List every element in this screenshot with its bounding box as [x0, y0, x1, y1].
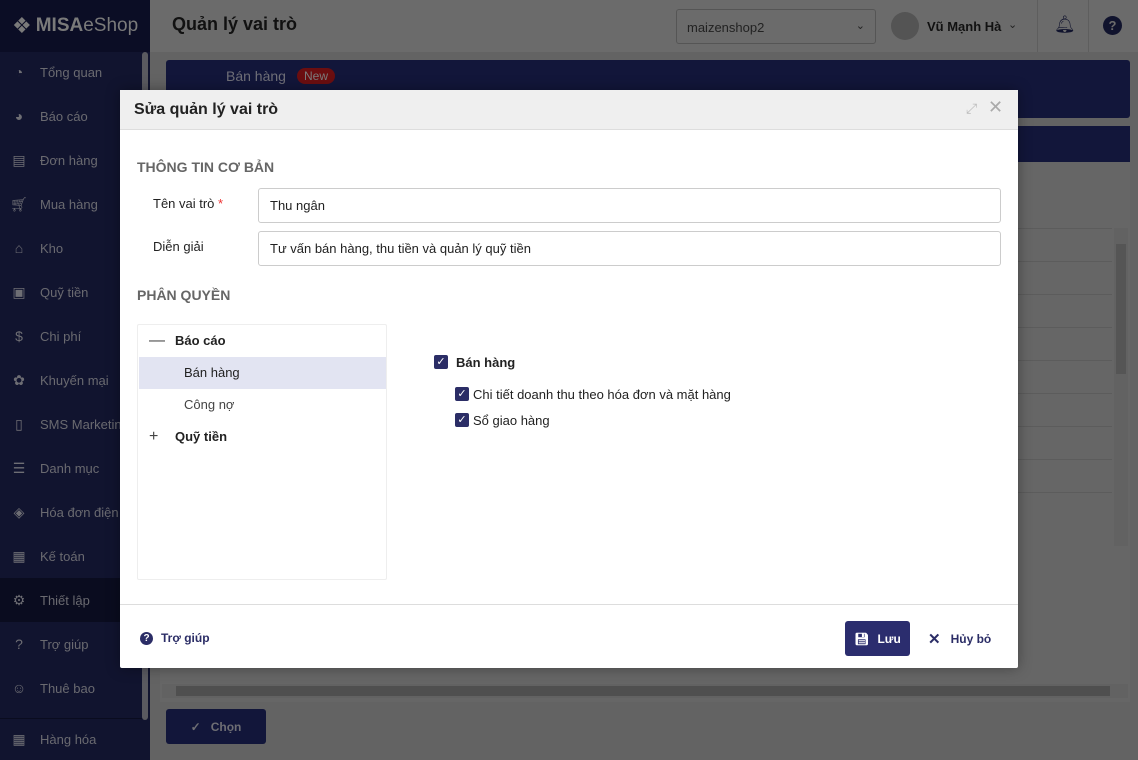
scrollbar-thumb[interactable] — [1116, 244, 1126, 374]
cart-icon: 🛒︎ — [10, 195, 28, 212]
avatar[interactable] — [891, 12, 919, 40]
tree-node-ban-hang[interactable]: Bán hàng — [139, 357, 386, 389]
money-bag-icon: $ — [15, 328, 23, 344]
new-badge: New — [297, 68, 336, 84]
shop-select[interactable]: maizenshop2 ⌄ — [676, 9, 876, 44]
divider — [1088, 0, 1089, 52]
description-label: Diễn giải — [153, 239, 204, 254]
dialog-title: Sửa quản lý vai trò — [134, 101, 279, 118]
tree-node-quy-tien[interactable]: + Quỹ tiền — [139, 421, 386, 453]
help-icon: ? — [140, 631, 153, 645]
cancel-button[interactable]: ✕ Hủy bỏ — [928, 621, 991, 656]
logo-mark-icon: ❖ — [12, 13, 32, 38]
description-input[interactable]: Tư vấn bán hàng, thu tiền và quản lý quỹ… — [258, 231, 1001, 266]
phone-icon: ▯ — [15, 415, 23, 432]
sidebar-item[interactable]: ◔ Tổng quan — [0, 50, 142, 94]
edit-role-dialog: Sửa quản lý vai trò ⤢ ✕ THÔNG TIN CƠ BẢN… — [120, 90, 1018, 668]
divider — [120, 604, 1018, 605]
save-icon: 💾︎ — [854, 631, 870, 646]
chevron-down-icon: ⌄ — [855, 20, 865, 32]
gear-icon: ⚙ — [12, 591, 26, 608]
user-icon: ☺ — [11, 680, 27, 696]
permission-group-label: Bán hàng — [456, 355, 516, 370]
help-icon: ? — [15, 636, 23, 652]
boxes-icon: ▦ — [12, 731, 26, 747]
role-name-input[interactable]: Thu ngân — [258, 188, 1001, 223]
expand-icon[interactable]: ⤢ — [966, 100, 977, 117]
bell-icon[interactable]: 🔔︎ — [1054, 15, 1076, 35]
page-title: Quản lý vai trò — [172, 14, 298, 34]
section-permissions: PHÂN QUYỀN — [137, 287, 231, 303]
dashboard-icon: ◔ — [14, 64, 24, 80]
pie-chart-icon: ◕ — [14, 108, 24, 124]
close-icon[interactable]: ✕ — [988, 97, 1003, 118]
sidebar-item[interactable]: ☺ Thuê bao — [0, 666, 142, 710]
check-icon: ✓ — [190, 719, 201, 734]
list-icon: ☰ — [12, 459, 26, 476]
checkbox-ban-hang[interactable]: ✓ — [434, 355, 448, 369]
save-button[interactable]: 💾︎ Lưu — [845, 621, 910, 656]
safe-icon: ▣ — [12, 283, 26, 300]
checkbox-chi-tiet-doanh-thu[interactable]: ✓ — [455, 387, 469, 401]
tree-node-cong-no[interactable]: Công nợ — [139, 389, 386, 421]
collapse-icon[interactable]: — — [149, 325, 165, 357]
close-icon: ✕ — [928, 630, 941, 648]
role-name-label: Tên vai trò * — [153, 196, 224, 211]
invoice-icon: ◈ — [13, 503, 25, 520]
logo[interactable]: ❖ MISA eShop — [0, 0, 150, 52]
banner-title: Bán hàng — [226, 68, 286, 84]
expand-icon[interactable]: + — [149, 421, 161, 453]
permission-label: Chi tiết doanh thu theo hóa đơn và mặt h… — [473, 387, 731, 402]
section-basic-info: THÔNG TIN CƠ BẢN — [137, 159, 275, 175]
calculator-icon: ▦ — [12, 547, 26, 564]
help-button[interactable]: ? Trợ giúp — [140, 631, 210, 645]
tree-node-bao-cao[interactable]: — Báo cáo — [139, 325, 386, 357]
divider — [1037, 0, 1038, 52]
choose-button[interactable]: ✓ Chọn — [166, 709, 266, 744]
sidebar-item-hang-hoa[interactable]: ▦ Hàng hóa — [0, 718, 142, 760]
permission-label: Sổ giao hàng — [473, 413, 550, 428]
gift-icon: ✿ — [13, 371, 25, 388]
help-icon[interactable]: ? — [1103, 16, 1122, 35]
order-icon: ▤ — [12, 151, 26, 168]
chevron-down-icon[interactable]: ⌄ — [1008, 18, 1017, 31]
user-name[interactable]: Vũ Mạnh Hà — [927, 19, 1001, 34]
permission-tree: — Báo cáo Bán hàng Công nợ + Quỹ tiền — [137, 324, 387, 580]
scrollbar-thumb[interactable] — [176, 686, 1110, 696]
warehouse-icon: ⌂ — [14, 240, 24, 256]
checkbox-so-giao-hang[interactable]: ✓ — [455, 413, 469, 427]
